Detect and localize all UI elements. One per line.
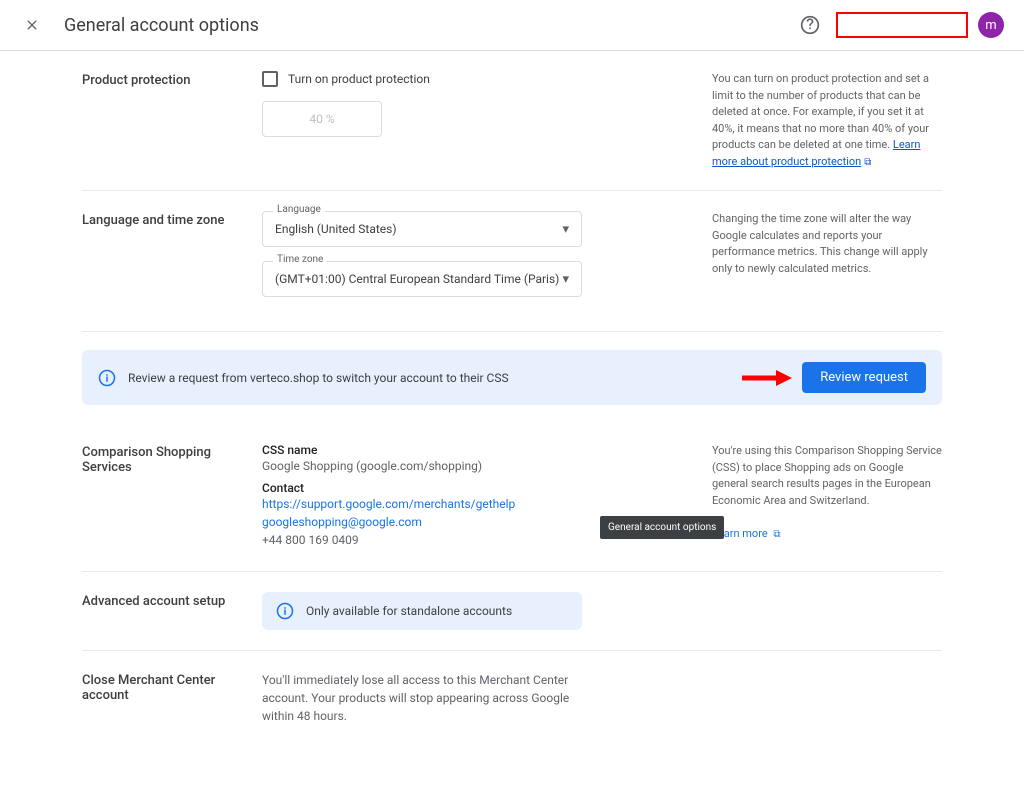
css-contact-phone: +44 800 169 0409 (262, 533, 582, 547)
protection-percent-input: 40 % (262, 101, 382, 137)
review-request-notice: Review a request from verteco.shop to sw… (82, 350, 942, 405)
annotation-arrow (742, 368, 792, 388)
tooltip: General account options (600, 516, 724, 539)
timezone-select[interactable]: Time zone (GMT+01:00) Central European S… (262, 261, 582, 297)
chevron-down-icon: ▾ (562, 272, 569, 287)
info-icon (276, 602, 294, 620)
section-label: Advanced account setup (82, 592, 262, 630)
info-icon (98, 369, 116, 387)
checkbox-label: Turn on product protection (288, 72, 430, 86)
main-content: Product protection Turn on product prote… (82, 51, 942, 785)
aside-text: Changing the time zone will alter the wa… (712, 211, 942, 311)
highlight-box (836, 12, 968, 38)
section-close-account: Close Merchant Center account You'll imm… (82, 651, 942, 745)
dialog-header: General account options m (0, 0, 1024, 51)
checkbox-row: Turn on product protection (262, 71, 582, 87)
section-label: Language and time zone (82, 211, 262, 311)
external-link-icon: ⧉ (864, 155, 871, 170)
aside-text: You're using this Comparison Shopping Se… (712, 443, 942, 551)
review-request-button[interactable]: Review request (802, 362, 926, 393)
language-select[interactable]: Language English (United States) ▾ (262, 211, 582, 247)
section-label: Product protection (82, 71, 262, 170)
section-language-timezone: Language and time zone Language English … (82, 191, 942, 332)
product-protection-checkbox[interactable] (262, 71, 278, 87)
avatar[interactable]: m (978, 12, 1004, 38)
css-contact-email[interactable]: googleshopping@google.com (262, 515, 582, 529)
external-link-icon: ⧉ (773, 527, 780, 542)
css-contact-url[interactable]: https://support.google.com/merchants/get… (262, 497, 582, 511)
page-title: General account options (64, 15, 798, 36)
section-css: Comparison Shopping Services CSS name Go… (82, 423, 942, 572)
section-label: Comparison Shopping Services (82, 443, 262, 551)
help-icon[interactable] (798, 13, 822, 37)
standalone-notice: Only available for standalone accounts (262, 592, 582, 630)
chevron-down-icon: ▾ (562, 222, 569, 237)
section-label: Close Merchant Center account (82, 671, 262, 725)
section-advanced: Advanced account setup Only available fo… (82, 572, 942, 651)
notice-text: Review a request from verteco.shop to sw… (128, 371, 742, 385)
close-icon[interactable] (20, 13, 44, 37)
aside-text: You can turn on product protection and s… (712, 71, 942, 170)
section-product-protection: Product protection Turn on product prote… (82, 51, 942, 191)
